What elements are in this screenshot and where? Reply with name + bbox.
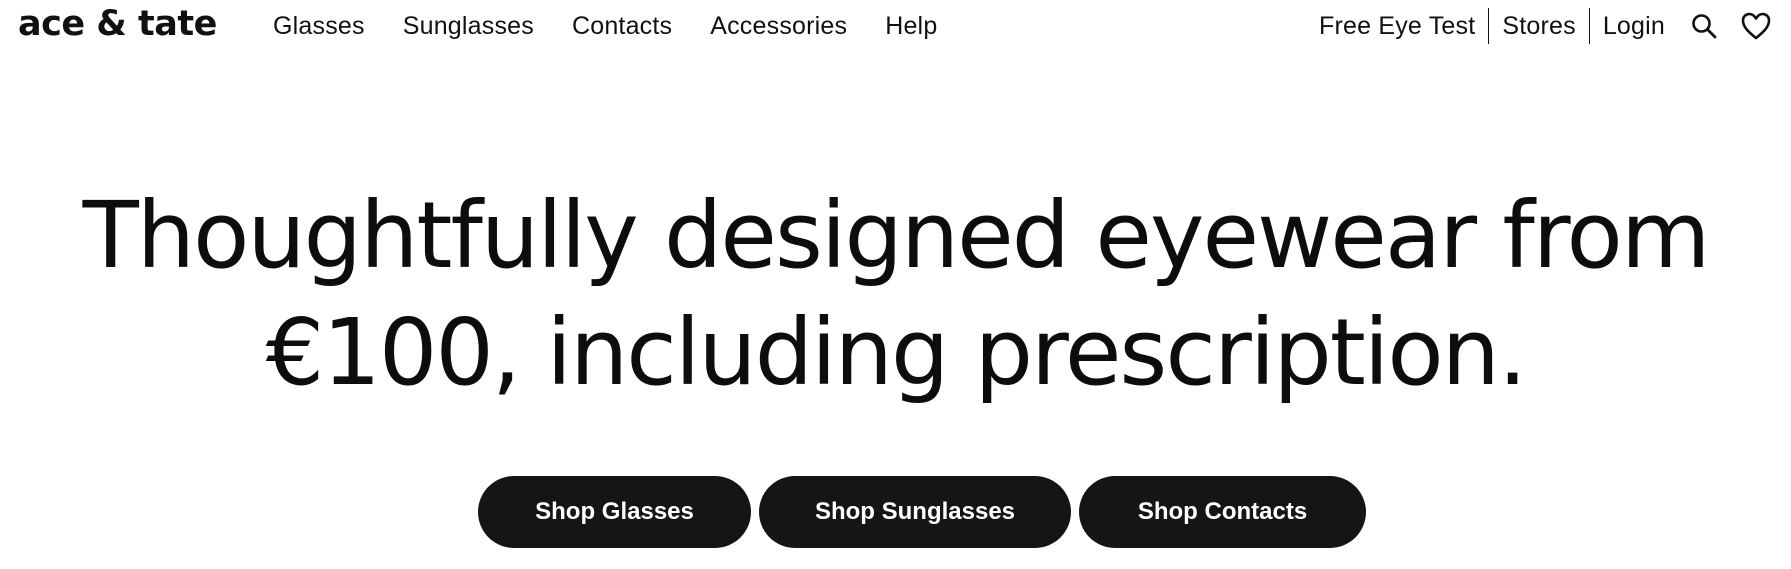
main-nav: Glasses Sunglasses Contacts Accessories …: [273, 8, 937, 44]
hero-headline-line-1: Thoughtfully designed eyewear from: [82, 182, 1711, 289]
shop-glasses-button[interactable]: Shop Glasses: [478, 476, 751, 548]
nav-divider: [1588, 8, 1590, 44]
utility-nav: Free Eye Test Stores Login: [1319, 8, 1771, 44]
page: ace & tate Glasses Sunglasses Contacts A…: [0, 0, 1791, 569]
shop-contacts-button[interactable]: Shop Contacts: [1079, 476, 1366, 548]
hero-headline-line-2: €100, including prescription.: [265, 299, 1527, 406]
nav-link-accessories[interactable]: Accessories: [710, 12, 847, 41]
site-header: ace & tate Glasses Sunglasses Contacts A…: [0, 0, 1791, 52]
heart-icon[interactable]: [1741, 11, 1771, 41]
nav-link-sunglasses[interactable]: Sunglasses: [403, 12, 534, 41]
nav-divider: [1488, 8, 1490, 44]
free-eye-test-link[interactable]: Free Eye Test: [1319, 12, 1475, 41]
stores-link[interactable]: Stores: [1502, 12, 1575, 41]
hero-cta-group: Shop Glasses Shop Sunglasses Shop Contac…: [478, 476, 1366, 548]
shop-sunglasses-button[interactable]: Shop Sunglasses: [759, 476, 1071, 548]
nav-link-contacts[interactable]: Contacts: [572, 12, 672, 41]
nav-link-help[interactable]: Help: [885, 12, 937, 41]
login-link[interactable]: Login: [1603, 12, 1665, 41]
nav-link-glasses[interactable]: Glasses: [273, 12, 365, 41]
hero-headline: Thoughtfully designed eyewear from €100,…: [0, 177, 1791, 411]
search-icon[interactable]: [1689, 11, 1719, 41]
brand-logo[interactable]: ace & tate: [18, 1, 217, 47]
